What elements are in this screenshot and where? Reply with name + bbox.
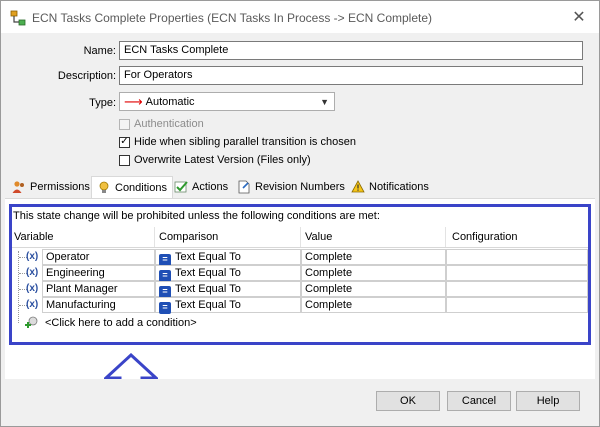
variable-cell[interactable]: Manufacturing: [42, 297, 155, 313]
column-configuration[interactable]: Configuration: [446, 227, 588, 247]
tab-notifications[interactable]: Notifications: [346, 177, 434, 197]
type-select[interactable]: ⟶ Automatic ▼: [119, 92, 335, 111]
tab-actions[interactable]: Actions: [169, 177, 233, 197]
conditions-notice: This state change will be prohibited unl…: [13, 210, 380, 222]
revision-icon: [238, 180, 250, 194]
configuration-cell[interactable]: [446, 249, 588, 265]
variable-icon: (x): [26, 267, 39, 278]
tab-permissions[interactable]: Permissions: [7, 177, 95, 197]
comparison-cell[interactable]: = Text Equal To: [155, 249, 301, 266]
name-input[interactable]: ECN Tasks Complete: [119, 41, 583, 60]
column-variable[interactable]: Variable: [12, 227, 155, 247]
conditions-icon: [99, 181, 109, 193]
authentication-label: Authentication: [134, 118, 204, 130]
chevron-down-icon: ▼: [320, 96, 329, 107]
transition-arrow-icon: ⟶: [124, 93, 143, 109]
authentication-option: Authentication: [119, 118, 204, 130]
cancel-button[interactable]: Cancel: [447, 391, 511, 411]
variable-icon: (x): [26, 299, 39, 310]
comparison-cell[interactable]: = Text Equal To: [155, 265, 301, 282]
title-bar: ECN Tasks Complete Properties (ECN Tasks…: [1, 1, 599, 33]
description-input[interactable]: For Operators: [119, 66, 583, 85]
tab-strip: Permissions Conditions Actions Revision …: [5, 176, 595, 199]
comparison-cell[interactable]: = Text Equal To: [155, 297, 301, 314]
check-icon: [174, 181, 188, 193]
bell-icon: [351, 180, 365, 193]
overwrite-checkbox[interactable]: [119, 154, 130, 166]
properties-dialog: ECN Tasks Complete Properties (ECN Tasks…: [0, 0, 600, 427]
hide-checkbox[interactable]: ✓: [119, 136, 130, 148]
ok-button[interactable]: OK: [376, 391, 440, 411]
configuration-cell[interactable]: [446, 281, 588, 297]
window-title: ECN Tasks Complete Properties (ECN Tasks…: [32, 11, 433, 25]
table-row[interactable]: (x) Operator = Text Equal To Complete: [12, 249, 588, 266]
column-value[interactable]: Value: [301, 227, 446, 247]
variable-icon: (x): [26, 283, 39, 294]
tab-revision-numbers[interactable]: Revision Numbers: [232, 177, 350, 197]
column-comparison[interactable]: Comparison: [155, 227, 301, 247]
description-label: Description:: [57, 70, 116, 82]
value-cell[interactable]: Complete: [301, 281, 446, 297]
help-button[interactable]: Help: [516, 391, 580, 411]
equals-icon: =: [159, 302, 171, 314]
conditions-grid-header: Variable Comparison Value Configuration: [12, 227, 588, 248]
overwrite-option[interactable]: Overwrite Latest Version (Files only): [119, 154, 311, 166]
add-condition-icon[interactable]: [24, 315, 40, 331]
add-condition-link[interactable]: <Click here to add a condition>: [45, 317, 197, 329]
tab-conditions[interactable]: Conditions: [91, 176, 173, 198]
configuration-cell[interactable]: [446, 297, 588, 313]
users-icon: [12, 181, 24, 193]
overwrite-label: Overwrite Latest Version (Files only): [134, 154, 311, 166]
type-label: Type:: [89, 97, 116, 109]
close-icon: ✕: [572, 9, 586, 26]
hide-label: Hide when sibling parallel transition is…: [134, 136, 356, 148]
configuration-cell[interactable]: [446, 265, 588, 281]
close-button[interactable]: ✕: [559, 1, 599, 33]
table-row[interactable]: (x) Manufacturing = Text Equal To Complet…: [12, 297, 588, 314]
authentication-checkbox: [119, 118, 130, 130]
type-value: Automatic: [145, 95, 195, 108]
workflow-icon: [10, 10, 26, 26]
value-cell[interactable]: Complete: [301, 249, 446, 265]
hide-option[interactable]: ✓ Hide when sibling parallel transition …: [119, 136, 356, 148]
variable-icon: (x): [26, 251, 39, 262]
value-cell[interactable]: Complete: [301, 265, 446, 281]
variable-cell[interactable]: Operator: [42, 249, 155, 265]
name-label: Name:: [83, 45, 116, 57]
comparison-cell[interactable]: = Text Equal To: [155, 281, 301, 298]
value-cell[interactable]: Complete: [301, 297, 446, 313]
table-row[interactable]: (x) Engineering = Text Equal To Complete: [12, 265, 588, 282]
variable-cell[interactable]: Plant Manager: [42, 281, 155, 297]
variable-cell[interactable]: Engineering: [42, 265, 155, 281]
table-row[interactable]: (x) Plant Manager = Text Equal To Complet…: [12, 281, 588, 298]
